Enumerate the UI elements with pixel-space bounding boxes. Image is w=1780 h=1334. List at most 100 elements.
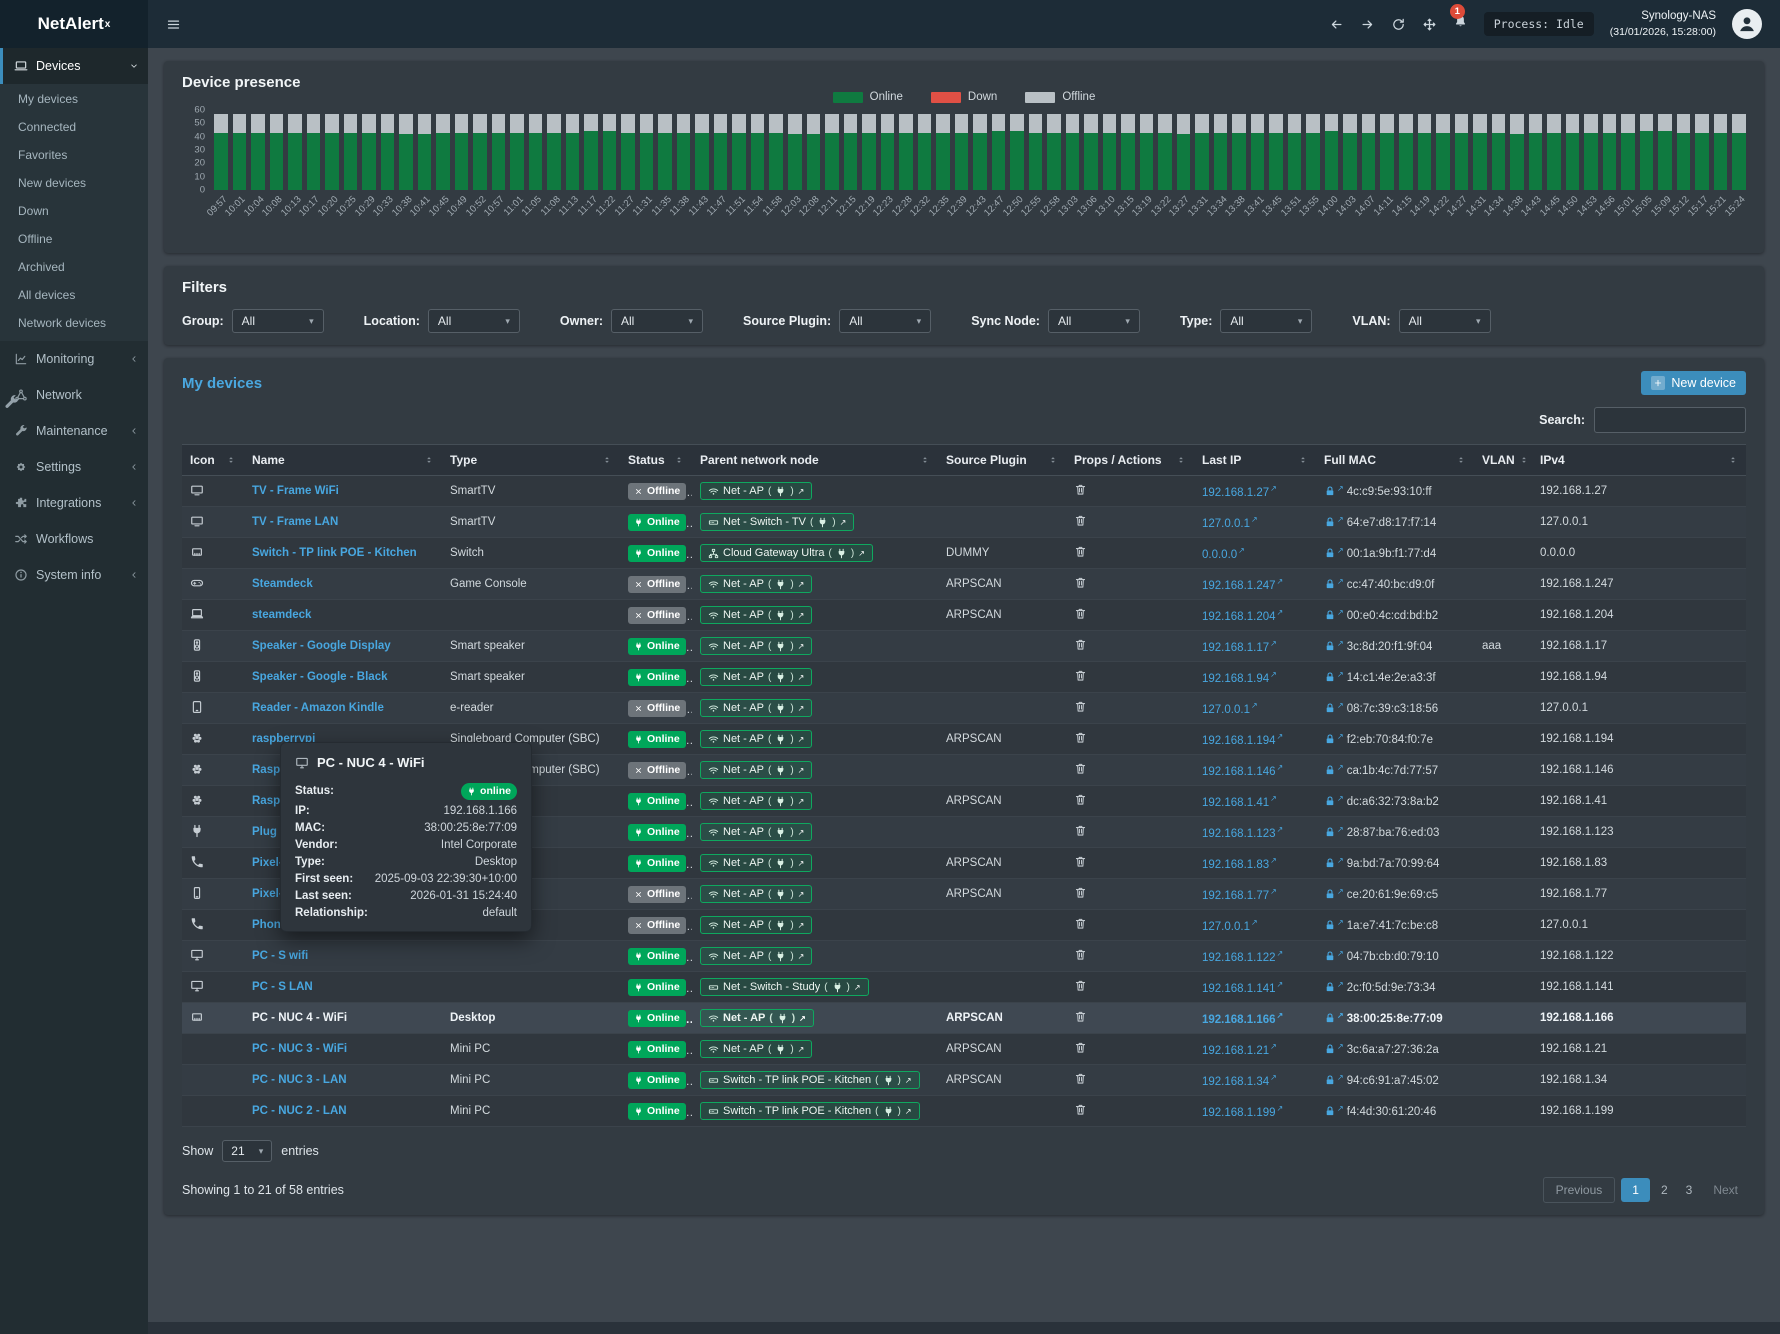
lock-icon[interactable] (1324, 702, 1336, 714)
parent-node-button[interactable]: Cloud Gateway Ultra()↗ (700, 544, 873, 562)
table-row[interactable]: Switch - TP link POE - Kitchen Switch On… (182, 538, 1746, 569)
parent-node-button[interactable]: Net - Switch - Study()↗ (700, 978, 869, 996)
last-ip-link[interactable]: 192.168.1.146 (1202, 765, 1276, 777)
column-header-source-plugin[interactable]: Source Plugin (938, 445, 1066, 476)
filter-select-owner[interactable]: All ▾ (611, 309, 703, 333)
sidebar-item-archived[interactable]: Archived (0, 253, 148, 281)
lock-icon[interactable] (1324, 826, 1336, 838)
delete-device-button[interactable] (1074, 886, 1087, 899)
delete-device-button[interactable] (1074, 576, 1087, 589)
last-ip-link[interactable]: 192.168.1.94 (1202, 672, 1269, 684)
table-row[interactable]: PC - S LAN Online Net - Switch - Study()… (182, 972, 1746, 1003)
nav-forward-icon[interactable] (1360, 17, 1375, 32)
column-header-full-mac[interactable]: Full MAC (1316, 445, 1474, 476)
parent-node-button[interactable]: Net - AP()↗ (700, 668, 812, 686)
sidebar-item-favorites[interactable]: Favorites (0, 141, 148, 169)
parent-node-button[interactable]: Net - AP()↗ (700, 885, 812, 903)
device-name-link[interactable]: PC - NUC 3 - WiFi (252, 1043, 347, 1055)
delete-device-button[interactable] (1074, 483, 1087, 496)
delete-device-button[interactable] (1074, 1010, 1087, 1023)
device-name-link[interactable]: Speaker - Google Display (252, 640, 391, 652)
filter-select-group[interactable]: All ▾ (232, 309, 324, 333)
delete-device-button[interactable] (1074, 545, 1087, 558)
delete-device-button[interactable] (1074, 979, 1087, 992)
parent-node-button[interactable]: Net - AP()↗ (700, 482, 812, 500)
last-ip-link[interactable]: 192.168.1.199 (1202, 1106, 1276, 1118)
device-name-link[interactable]: steamdeck (252, 609, 311, 621)
last-ip-link[interactable]: 192.168.1.21 (1202, 1044, 1269, 1056)
table-row[interactable]: Speaker - Google - Black Smart speaker O… (182, 662, 1746, 693)
sidebar-item-my-devices[interactable]: My devices (0, 85, 148, 113)
table-row[interactable]: steamdeck Offline Net - AP()↗ ARPSCAN 19… (182, 600, 1746, 631)
column-header-parent-network-node[interactable]: Parent network node (692, 445, 938, 476)
table-row[interactable]: PC - NUC 2 - LAN Mini PC Online Switch -… (182, 1096, 1746, 1127)
parent-node-button[interactable]: Net - AP()↗ (700, 606, 812, 624)
pagination-next[interactable]: Next (1705, 1178, 1746, 1202)
delete-device-button[interactable] (1074, 824, 1087, 837)
fullscreen-icon[interactable] (1422, 17, 1437, 32)
column-header-icon[interactable]: Icon (182, 445, 244, 476)
table-row[interactable]: PC - NUC 4 - WiFi Desktop Online Net - A… (182, 1003, 1746, 1034)
delete-device-button[interactable] (1074, 700, 1087, 713)
device-name-link[interactable]: Speaker - Google - Black (252, 671, 388, 683)
sidebar-item-down[interactable]: Down (0, 197, 148, 225)
lock-icon[interactable] (1324, 733, 1336, 745)
lock-icon[interactable] (1324, 795, 1336, 807)
last-ip-link[interactable]: 192.168.1.247 (1202, 579, 1276, 591)
search-input[interactable] (1594, 407, 1746, 433)
sidebar-item-integrations[interactable]: Integrations (0, 485, 148, 521)
table-row[interactable]: Speaker - Google Display Smart speaker O… (182, 631, 1746, 662)
notifications-bell[interactable]: 1 (1453, 14, 1468, 34)
lock-icon[interactable] (1324, 919, 1336, 931)
sidebar-toggle-icon[interactable] (166, 17, 181, 32)
filter-select-type[interactable]: All ▾ (1220, 309, 1312, 333)
parent-node-button[interactable]: Net - AP()↗ (700, 792, 812, 810)
pagination-page-2[interactable]: 2 (1654, 1178, 1675, 1202)
table-row[interactable]: TV - Frame LAN SmartTV Online Net - Swit… (182, 507, 1746, 538)
delete-device-button[interactable] (1074, 731, 1087, 744)
sidebar-item-maintenance[interactable]: Maintenance (0, 413, 148, 449)
lock-icon[interactable] (1324, 1012, 1336, 1024)
table-row[interactable]: Steamdeck Game Console Offline Net - AP(… (182, 569, 1746, 600)
filter-select-location[interactable]: All ▾ (428, 309, 520, 333)
brand-logo[interactable]: NetAlertx (0, 0, 148, 48)
delete-device-button[interactable] (1074, 1103, 1087, 1116)
panel-handle-icon[interactable] (3, 394, 20, 411)
last-ip-link[interactable]: 192.168.1.41 (1202, 796, 1269, 808)
parent-node-button[interactable]: Net - AP()↗ (700, 761, 812, 779)
last-ip-link[interactable]: 192.168.1.77 (1202, 889, 1269, 901)
device-name-link[interactable]: Switch - TP link POE - Kitchen (252, 547, 417, 559)
device-name-link[interactable]: PC - NUC 3 - LAN (252, 1074, 347, 1086)
device-name-link[interactable]: PC - S LAN (252, 981, 313, 993)
last-ip-link[interactable]: 192.168.1.141 (1202, 982, 1276, 994)
table-row[interactable]: PC - NUC 3 - WiFi Mini PC Online Net - A… (182, 1034, 1746, 1065)
column-header-last-ip[interactable]: Last IP (1194, 445, 1316, 476)
sidebar-item-devices[interactable]: Devices (0, 48, 148, 84)
sidebar-item-offline[interactable]: Offline (0, 225, 148, 253)
parent-node-button[interactable]: Net - Switch - TV()↗ (700, 513, 854, 531)
last-ip-link[interactable]: 192.168.1.123 (1202, 827, 1276, 839)
pagination-page-1[interactable]: 1 (1621, 1178, 1650, 1202)
lock-icon[interactable] (1324, 764, 1336, 776)
device-name-link[interactable]: PC - NUC 4 - WiFi (252, 1012, 347, 1024)
lock-icon[interactable] (1324, 950, 1336, 962)
last-ip-link[interactable]: 192.168.1.83 (1202, 858, 1269, 870)
delete-device-button[interactable] (1074, 855, 1087, 868)
parent-node-button[interactable]: Net - AP()↗ (700, 823, 812, 841)
delete-device-button[interactable] (1074, 514, 1087, 527)
column-header-props-actions[interactable]: Props / Actions (1066, 445, 1194, 476)
filter-select-sync-node[interactable]: All ▾ (1048, 309, 1140, 333)
parent-node-button[interactable]: Net - AP()↗ (700, 854, 812, 872)
pagination-page-3[interactable]: 3 (1679, 1178, 1700, 1202)
lock-icon[interactable] (1324, 640, 1336, 652)
device-name-link[interactable]: Reader - Amazon Kindle (252, 702, 384, 714)
parent-node-button[interactable]: Net - AP()↗ (700, 730, 812, 748)
last-ip-link[interactable]: 192.168.1.122 (1202, 951, 1276, 963)
delete-device-button[interactable] (1074, 948, 1087, 961)
sidebar-item-new-devices[interactable]: New devices (0, 169, 148, 197)
device-name-link[interactable]: TV - Frame WiFi (252, 485, 339, 497)
delete-device-button[interactable] (1074, 607, 1087, 620)
delete-device-button[interactable] (1074, 793, 1087, 806)
lock-icon[interactable] (1324, 888, 1336, 900)
device-name-link[interactable]: TV - Frame LAN (252, 516, 338, 528)
